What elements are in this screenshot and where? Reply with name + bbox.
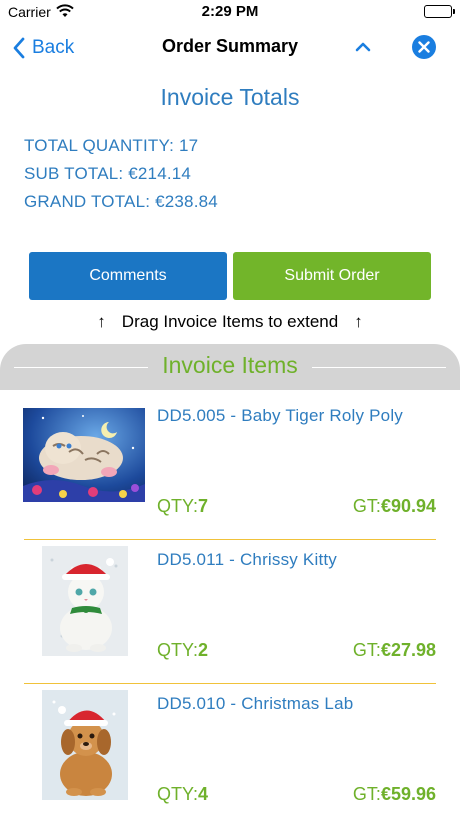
item-name: DD5.005 - Baby Tiger Roly Poly [157, 406, 403, 425]
item-grand-total: GT:€90.94 [352, 496, 436, 516]
item-grand-total: GT:€27.98 [352, 640, 436, 660]
navigation-bar: Back Order Summary [0, 26, 460, 70]
arrow-up-icon: ↑ [354, 312, 363, 331]
arrow-up-icon: ↑ [97, 312, 106, 331]
item-grand-total: GT:€59.96 [352, 784, 436, 804]
product-image [23, 408, 145, 502]
comments-button[interactable]: Comments [29, 252, 227, 300]
item-name: DD5.011 - Chrissy Kitty [157, 550, 337, 569]
product-image [42, 690, 128, 800]
item-name: DD5.010 - Christmas Lab [157, 694, 354, 713]
status-time: 2:29 PM [201, 3, 259, 20]
list-item[interactable]: DD5.005 - Baby Tiger Roly Poly QTY:7 GT:… [0, 396, 460, 540]
total-quantity: TOTAL QUANTITY: 17 [24, 136, 199, 155]
list-item[interactable]: DD5.010 - Christmas Lab QTY:4 GT:€59.96 [0, 684, 460, 818]
product-image [42, 546, 128, 656]
sub-total: SUB TOTAL: €214.14 [24, 164, 192, 183]
invoice-items-panel: Invoice Items DD5.005 - Baby Tiger Roly … [0, 344, 460, 818]
drag-hint: ↑ Drag Invoice Items to extend ↑ [0, 312, 460, 332]
status-bar: Carrier 2:29 PM [0, 0, 460, 24]
drag-hint-text: Drag Invoice Items to extend [121, 312, 339, 331]
item-qty: QTY:7 [157, 496, 209, 516]
page-title: Order Summary [161, 36, 299, 56]
submit-order-button[interactable]: Submit Order [233, 252, 431, 300]
grand-total: GRAND TOTAL: €238.84 [24, 192, 218, 211]
invoice-totals-heading: Invoice Totals [160, 84, 300, 110]
list-item[interactable]: DD5.011 - Chrissy Kitty QTY:2 GT:€27.98 [0, 540, 460, 684]
battery-icon [424, 5, 455, 18]
close-icon[interactable] [412, 35, 436, 59]
invoice-items-title: Invoice Items [162, 352, 298, 378]
chevron-up-icon[interactable] [352, 38, 374, 56]
item-qty: QTY:2 [157, 640, 209, 660]
header-divider-right [312, 367, 446, 368]
item-qty: QTY:4 [157, 784, 209, 804]
invoice-items-drag-handle[interactable]: Invoice Items [0, 344, 460, 390]
